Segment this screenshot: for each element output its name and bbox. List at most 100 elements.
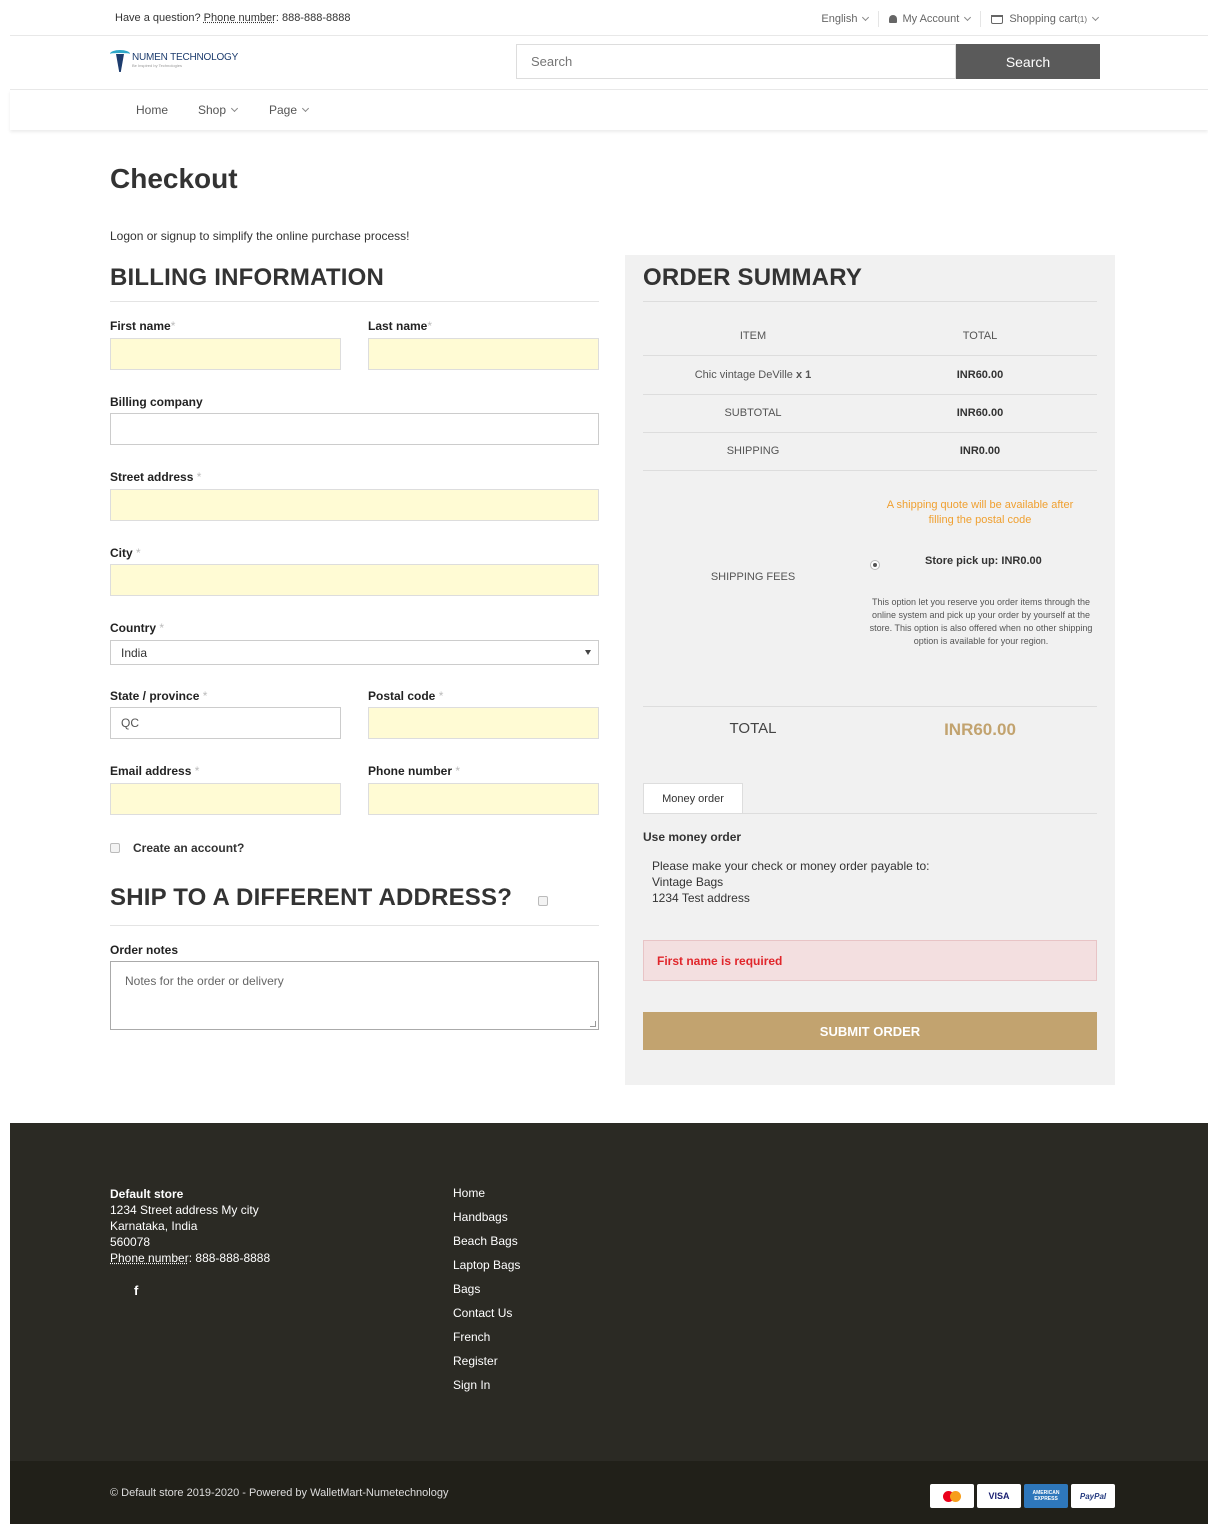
order-notes-field[interactable]: Notes for the order or delivery (110, 961, 599, 1030)
last-name-label: Last name* (368, 319, 433, 333)
email-field[interactable] (110, 783, 341, 815)
item-total: INR60.00 (956, 369, 1004, 381)
search-button[interactable]: Search (956, 44, 1100, 79)
divider (643, 432, 1097, 433)
order-notes-label: Order notes (110, 943, 179, 957)
chevron-down-icon (862, 13, 870, 22)
amex-icon: AMERICAN EXPRESS (1024, 1484, 1068, 1508)
nav-page[interactable]: Page (269, 103, 310, 117)
shipping-quote-note: A shipping quote will be available after… (886, 499, 1074, 526)
divider (110, 925, 599, 926)
company-field[interactable] (110, 413, 599, 445)
first-name-label: First name* (110, 319, 176, 333)
resize-handle-icon[interactable] (590, 1021, 596, 1027)
subtotal-value: INR60.00 (956, 407, 1004, 419)
bottom-bar: © Default store 2019-2020 - Powered by W… (10, 1461, 1208, 1524)
billing-title: BILLING INFORMATION (110, 264, 384, 291)
order-summary-title: ORDER SUMMARY (643, 264, 863, 291)
first-name-field[interactable] (110, 338, 341, 370)
state-field[interactable] (110, 707, 341, 739)
contact-question: Have a question? Phone number: 888-888-8… (115, 12, 351, 24)
search-input[interactable] (516, 44, 956, 79)
cart-icon (991, 14, 1004, 24)
footer: Default store 1234 Street address My cit… (10, 1123, 1208, 1461)
logo-title: NUMEN TECHNOLOGY (132, 52, 239, 63)
city-field[interactable] (110, 564, 599, 596)
email-label: Email address * (110, 764, 200, 778)
divider (643, 301, 1097, 302)
store-pickup-radio[interactable] (870, 560, 880, 570)
city-label: City * (110, 546, 141, 560)
divider (643, 470, 1097, 471)
footer-link-contact-us[interactable]: Contact Us (453, 1305, 520, 1329)
shopping-cart-menu[interactable]: Shopping cart (1) (980, 11, 1108, 27)
logo-mark-icon (110, 48, 130, 78)
footer-link-beach-bags[interactable]: Beach Bags (453, 1233, 520, 1257)
col-total-header: TOTAL (962, 330, 998, 342)
chevron-down-icon (301, 104, 310, 113)
logo[interactable]: NUMEN TECHNOLOGY Be Inspired by Technolo… (110, 48, 238, 78)
user-icon (889, 15, 898, 23)
divider (643, 355, 1097, 356)
footer-link-bags[interactable]: Bags (453, 1281, 520, 1305)
page-title: Checkout (110, 163, 238, 194)
paypal-icon: PayPal (1071, 1484, 1115, 1508)
phone-field[interactable] (368, 783, 599, 815)
store-pickup-description: This option let you reserve you order it… (869, 597, 1093, 646)
create-account-label: Create an account? (133, 841, 245, 855)
main-nav: Home Shop Page (10, 90, 1208, 130)
language-selector[interactable]: English (811, 11, 878, 27)
payment-method-title: Use money order (643, 830, 742, 844)
footer-link-handbags[interactable]: Handbags (453, 1209, 520, 1233)
state-label: State / province * (110, 689, 208, 703)
nav-shop[interactable]: Shop (198, 103, 239, 117)
country-select[interactable]: India (110, 640, 599, 665)
chevron-down-icon (964, 13, 972, 22)
divider (110, 301, 599, 302)
chevron-down-icon (1091, 13, 1100, 22)
footer-link-register[interactable]: Register (453, 1353, 520, 1377)
shipping-fees-label: SHIPPING FEES (710, 571, 796, 583)
my-account-menu[interactable]: My Account (878, 11, 980, 27)
dropdown-arrow-icon (585, 650, 591, 655)
facebook-icon[interactable]: f (134, 1283, 138, 1298)
total-label: TOTAL (729, 720, 777, 737)
chevron-down-icon (230, 104, 239, 113)
divider (643, 813, 1097, 814)
company-label: Billing company (110, 395, 203, 409)
logon-message: Logon or signup to simplify the online p… (110, 229, 410, 243)
shipping-label: SHIPPING (726, 445, 780, 457)
col-item-header: ITEM (739, 330, 767, 342)
top-bar: Have a question? Phone number: 888-888-8… (10, 0, 1208, 36)
nav-home[interactable]: Home (136, 103, 168, 117)
footer-link-french[interactable]: French (453, 1329, 520, 1353)
footer-link-laptop-bags[interactable]: Laptop Bags (453, 1257, 520, 1281)
submit-order-button[interactable]: SUBMIT ORDER (643, 1012, 1097, 1050)
store-pickup-label: Store pick up: INR0.00 (925, 555, 1042, 567)
footer-link-sign-in[interactable]: Sign In (453, 1377, 520, 1401)
divider (643, 394, 1097, 395)
postal-code-label: Postal code * (368, 689, 444, 703)
error-alert: First name is required (643, 940, 1097, 981)
phone-label: Phone number (203, 12, 276, 24)
ship-different-checkbox[interactable] (538, 896, 548, 906)
subtotal-label: SUBTOTAL (724, 407, 782, 419)
tab-money-order[interactable]: Money order (643, 783, 743, 814)
last-name-field[interactable] (368, 338, 599, 370)
mastercard-icon (930, 1484, 974, 1508)
footer-link-home[interactable]: Home (453, 1185, 520, 1209)
visa-icon: VISA (977, 1484, 1021, 1508)
logo-tagline: Be Inspired by Technologies (132, 63, 182, 68)
copyright: © Default store 2019-2020 - Powered by W… (110, 1487, 449, 1499)
street-field[interactable] (110, 489, 599, 521)
ship-different-title: SHIP TO A DIFFERENT ADDRESS? (110, 884, 513, 911)
item-name: Chic vintage DeVille x 1 (694, 369, 812, 381)
phone-label: Phone number * (368, 764, 461, 778)
postal-code-field[interactable] (368, 707, 599, 739)
payment-instructions: Please make your check or money order pa… (652, 859, 930, 905)
street-label: Street address * (110, 470, 202, 484)
create-account-checkbox[interactable] (110, 843, 120, 853)
header: NUMEN TECHNOLOGY Be Inspired by Technolo… (10, 36, 1208, 90)
store-info: Default store 1234 Street address My cit… (110, 1187, 271, 1265)
country-label: Country * (110, 621, 165, 635)
